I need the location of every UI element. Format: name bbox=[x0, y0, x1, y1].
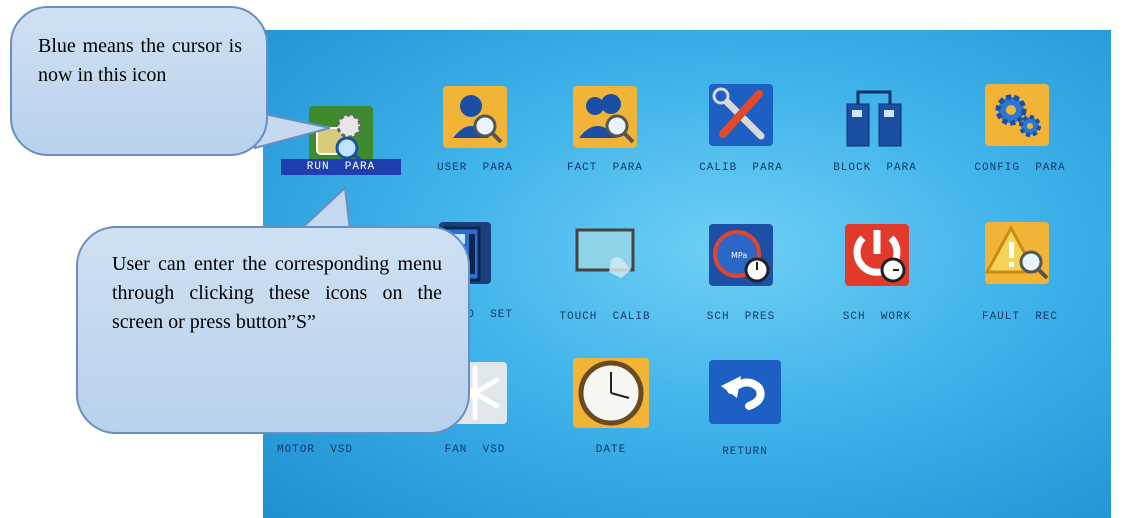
cursor-callout: Blue means the cursor is now in this ico… bbox=[10, 6, 268, 156]
usage-callout: User can enter the corresponding menu th… bbox=[76, 226, 470, 434]
